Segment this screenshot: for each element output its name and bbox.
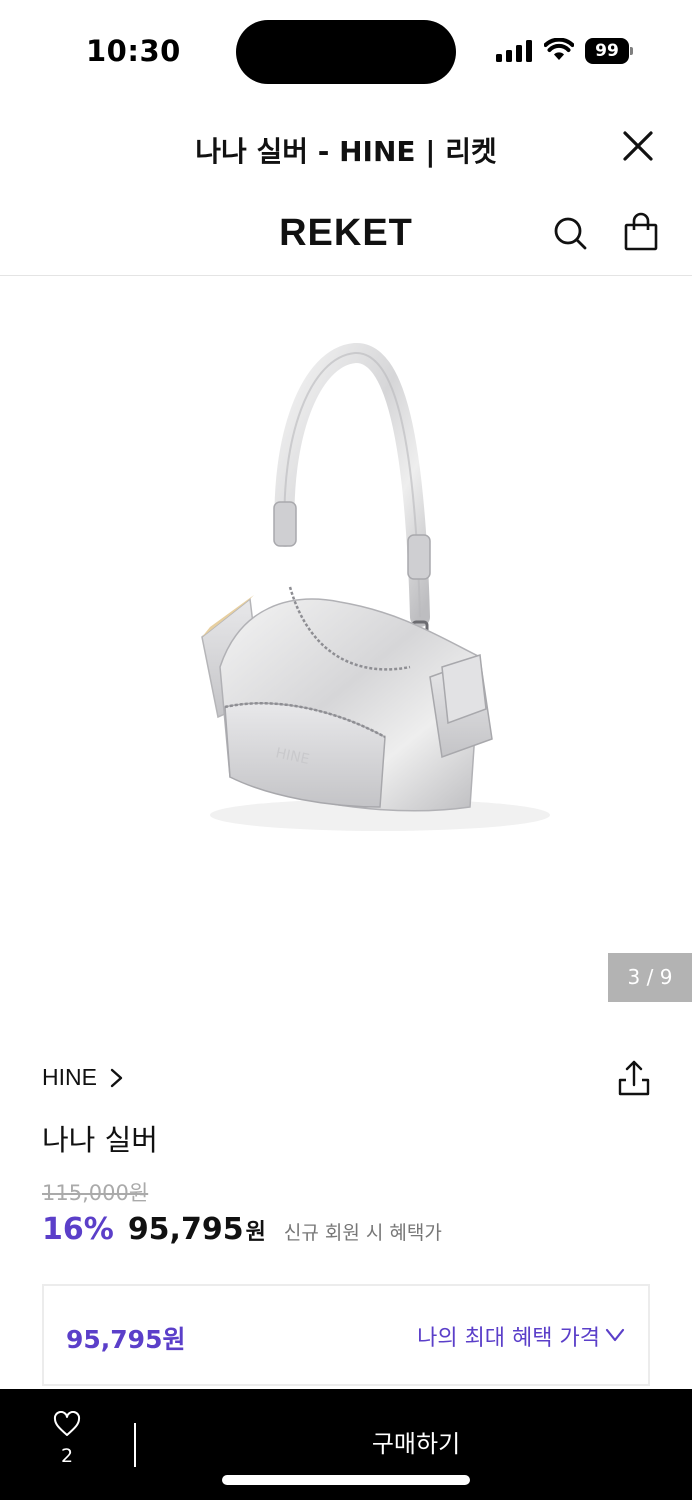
cellular-signal-icon (496, 40, 532, 62)
battery-tip (630, 47, 633, 55)
max-benefit-price: 95,795원 (66, 1325, 186, 1354)
discount-rate: 16% (42, 1212, 114, 1247)
chevron-down-icon (605, 1328, 625, 1342)
sale-price: 95,795 (127, 1212, 244, 1247)
share-icon[interactable] (614, 1058, 654, 1098)
max-benefit-price-box[interactable]: 95,795원 나의 최대 혜택 가격 (42, 1284, 650, 1386)
max-benefit-label: 나의 최대 혜택 가격 (417, 1326, 600, 1351)
original-price: 115,000원 (42, 1181, 149, 1205)
like-count: 2 (60, 1445, 74, 1467)
app-header: REKET (0, 190, 692, 276)
shopping-bag-icon[interactable] (622, 212, 660, 252)
chevron-right-icon (110, 1068, 123, 1087)
benefit-note: 신규 회원 시 혜택가 (283, 1222, 442, 1244)
like-button[interactable]: 2 (40, 1411, 94, 1471)
currency-unit: 원 (245, 1220, 266, 1245)
product-image: HINE (201, 343, 550, 831)
dynamic-island (236, 20, 456, 84)
wifi-icon (544, 38, 574, 60)
image-page-indicator: 3 / 9 (608, 953, 692, 1002)
bottom-bar-divider (134, 1423, 136, 1467)
product-image-gallery[interactable]: HINE 3 / 9 (0, 277, 692, 1010)
price-row: 16% 95,795 원 신규 회원 시 혜택가 (42, 1212, 442, 1247)
brand-link[interactable]: HINE (42, 1064, 127, 1091)
close-icon[interactable] (618, 126, 658, 166)
home-indicator[interactable] (222, 1475, 470, 1485)
battery-icon: 99 (585, 38, 633, 64)
brand-name: HINE (42, 1064, 97, 1090)
search-icon[interactable] (551, 214, 589, 252)
product-name: 나나 실버 (42, 1123, 158, 1157)
page-title: 나나 실버 - HINE | 리켓 (195, 135, 497, 168)
status-time: 10:30 (86, 34, 181, 68)
webview-title-bar: 나나 실버 - HINE | 리켓 (0, 104, 692, 190)
heart-icon (53, 1411, 81, 1436)
status-bar: 10:30 99 (0, 0, 692, 104)
battery-level: 99 (585, 38, 629, 64)
